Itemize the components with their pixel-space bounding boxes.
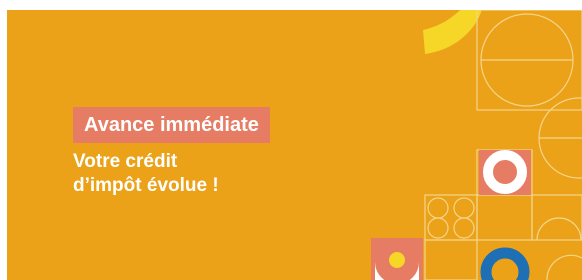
headline-line-2: d’impôt évolue ! (73, 175, 219, 196)
badge-avance-immediate: Avance immédiate (73, 107, 270, 143)
headline-line-1: Votre crédit (73, 151, 178, 172)
headline: Votre crédit d’impôt évolue ! (73, 150, 219, 198)
blue-ring-shape (480, 247, 530, 280)
yellow-crescent-shape (423, 10, 482, 54)
geometric-decoration (371, 10, 582, 280)
yellow-dot-shape (389, 252, 405, 268)
promo-banner: Avance immédiate Votre crédit d’impôt év… (7, 10, 582, 280)
